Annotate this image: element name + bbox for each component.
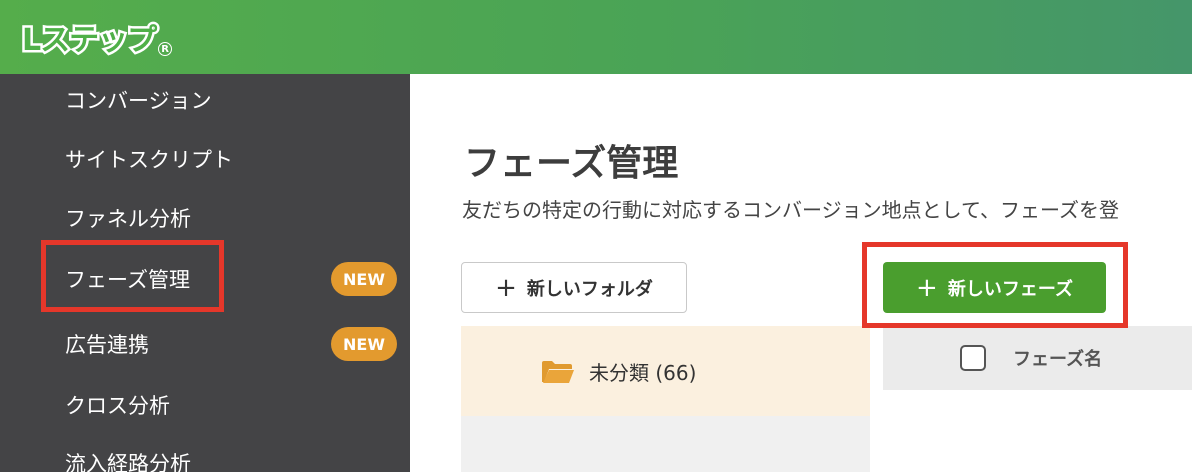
sidebar-item-ad-integration[interactable]: 広告連携 NEW xyxy=(0,315,410,373)
folder-label: 未分類 (66) xyxy=(589,360,697,385)
sidebar-item-label: コンバージョン xyxy=(65,89,212,113)
new-folder-button-label: 新しいフォルダ xyxy=(526,278,653,300)
table-header: フェーズ名 xyxy=(883,326,1192,390)
folder-item-unclassified[interactable]: 未分類 (66) xyxy=(461,326,870,416)
folder-icon xyxy=(542,361,574,383)
highlight-box-new-phase xyxy=(862,242,1128,328)
sidebar-item-label: サイトスクリプト xyxy=(65,148,233,172)
sidebar-item-inflow-route-analysis[interactable]: 流入経路分析 xyxy=(0,434,410,472)
page-title: フェーズ管理 xyxy=(464,143,679,184)
sidebar-item-funnel-analysis[interactable]: ファネル分析 xyxy=(0,189,410,247)
new-badge: NEW xyxy=(331,262,397,296)
sidebar-item-site-script[interactable]: サイトスクリプト xyxy=(0,130,410,188)
highlight-box-sidebar xyxy=(41,240,224,312)
sidebar-item-label: 広告連携 xyxy=(65,333,149,357)
sidebar-item-conversion[interactable]: コンバージョン xyxy=(0,71,410,129)
sidebar-item-label: ファネル分析 xyxy=(65,207,191,231)
registered-mark-icon: R xyxy=(158,42,173,56)
select-all-checkbox[interactable] xyxy=(960,345,986,371)
sidebar-item-label: 流入経路分析 xyxy=(65,452,191,472)
plus-icon: + xyxy=(495,272,517,303)
logo-text: Lステップ xyxy=(19,21,159,61)
page-description: 友だちの特定の行動に対応するコンバージョン地点として、フェーズを登 xyxy=(462,198,1119,222)
app-logo[interactable]: Lステップ R xyxy=(19,12,173,62)
folder-panel: 未分類 (66) xyxy=(461,326,870,472)
new-folder-button[interactable]: + 新しいフォルダ xyxy=(461,262,687,313)
new-badge: NEW xyxy=(331,327,397,361)
sidebar-item-cross-analysis[interactable]: クロス分析 xyxy=(0,376,410,434)
sidebar-item-label: クロス分析 xyxy=(65,394,170,418)
top-bar: Lステップ R xyxy=(0,0,1192,74)
column-header-phase-name: フェーズ名 xyxy=(1013,349,1103,370)
